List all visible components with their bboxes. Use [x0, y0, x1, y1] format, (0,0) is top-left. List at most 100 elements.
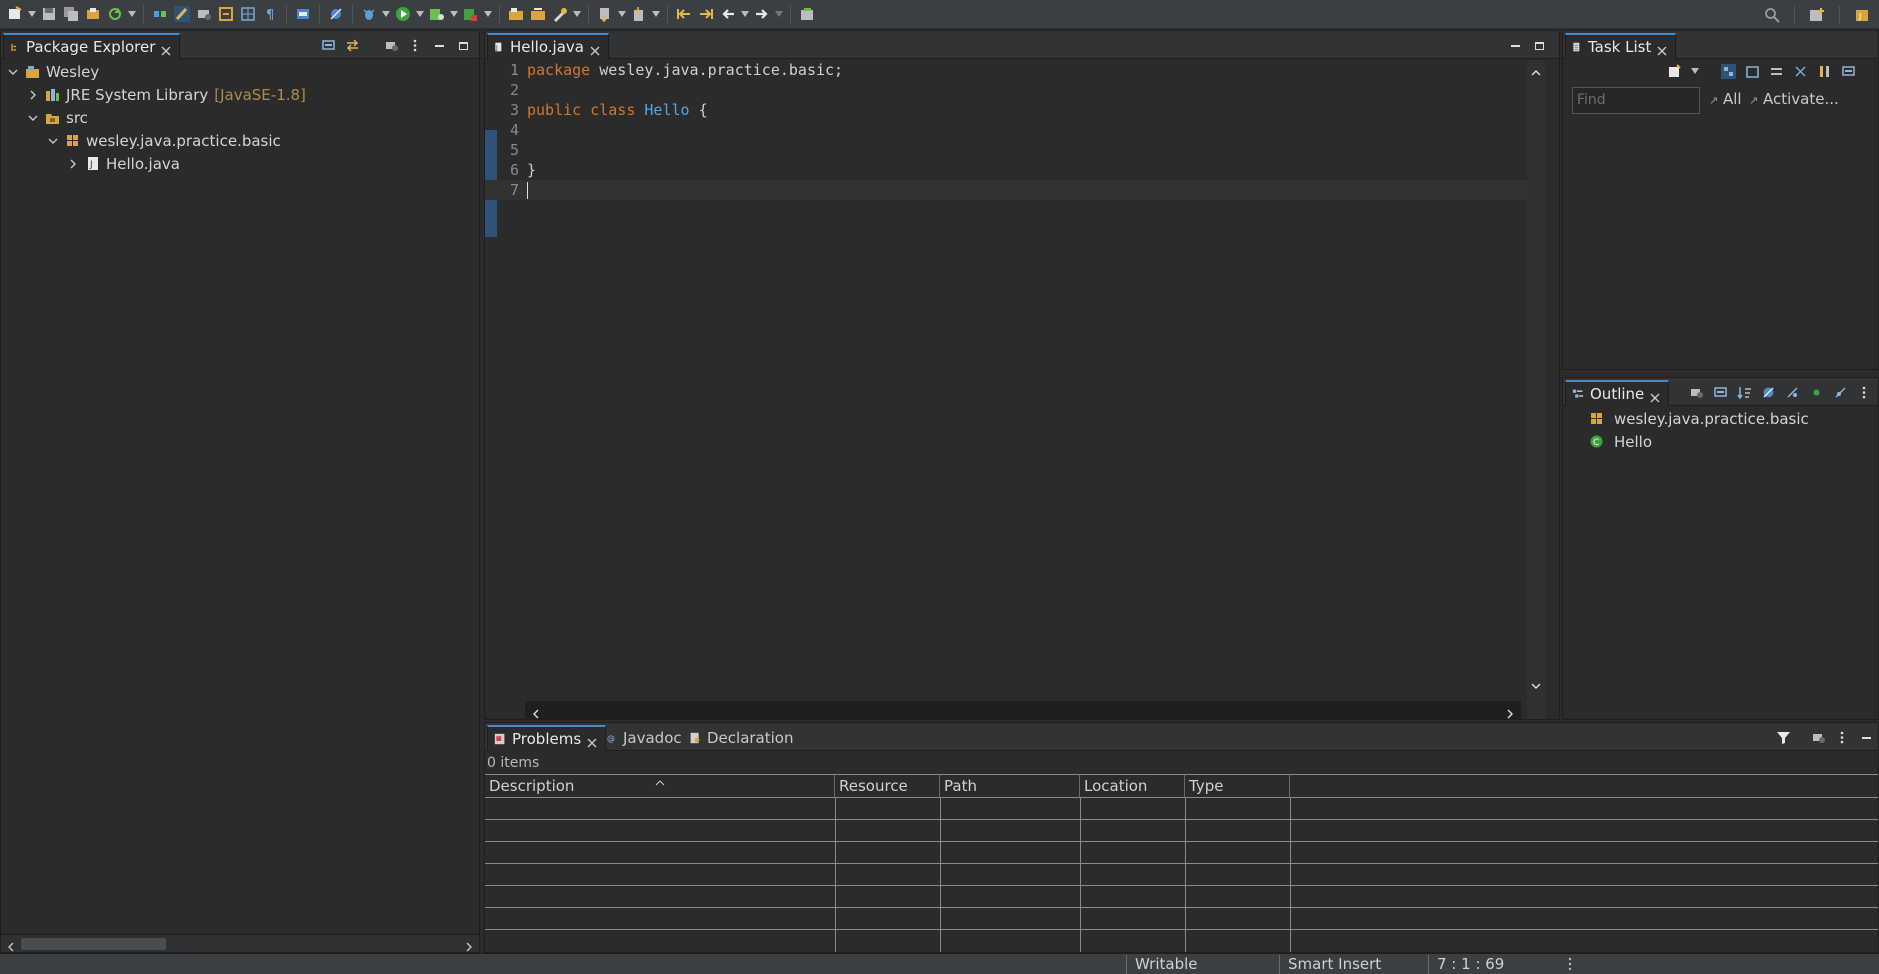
tab-javadoc[interactable]: @ Javadoc: [601, 725, 690, 751]
chevron-down-icon[interactable]: [7, 66, 19, 78]
hide-static-icon[interactable]: [1785, 385, 1800, 400]
column-header-location[interactable]: Location: [1080, 774, 1185, 798]
activate-link[interactable]: ↗ Activate...: [1749, 90, 1839, 108]
tree-item-java-file[interactable]: J Hello.java: [67, 152, 180, 175]
column-header-path[interactable]: Path: [940, 774, 1080, 798]
filter-icon[interactable]: [1776, 730, 1791, 745]
pin-editor-icon[interactable]: [798, 5, 816, 23]
close-icon[interactable]: [587, 734, 597, 748]
new-dropdown-icon[interactable]: [28, 5, 36, 23]
column-header-type[interactable]: Type: [1185, 774, 1290, 798]
tree-item-package[interactable]: wesley.java.practice.basic: [47, 129, 281, 152]
save-all-icon[interactable]: [62, 5, 80, 23]
status-insert-mode[interactable]: Smart Insert: [1279, 955, 1429, 974]
column-header-resource[interactable]: Resource: [835, 774, 940, 798]
forward-icon[interactable]: [753, 5, 771, 23]
block-selection-icon[interactable]: [239, 5, 257, 23]
new-task-icon[interactable]: [1667, 63, 1682, 79]
refresh-dropdown-icon[interactable]: [128, 5, 136, 23]
tab-declaration[interactable]: Declaration: [683, 725, 801, 751]
coverage-dropdown-icon[interactable]: [450, 5, 458, 23]
external-tools-icon[interactable]: [462, 5, 480, 23]
debug-dropdown-icon[interactable]: [382, 5, 390, 23]
chevron-right-icon[interactable]: [27, 89, 39, 101]
collapse-all-icon[interactable]: [321, 38, 336, 53]
minimize-icon[interactable]: [1508, 38, 1523, 53]
open-type-icon[interactable]: [84, 5, 102, 23]
hide-completed-icon[interactable]: [1793, 64, 1808, 79]
scroll-down-icon[interactable]: [1531, 677, 1541, 695]
new-task-dropdown-icon[interactable]: [1691, 68, 1699, 74]
tab-outline[interactable]: Outline: [1565, 380, 1670, 406]
tree-item-jre-library[interactable]: JRE System Library [JavaSE-1.8]: [27, 83, 306, 106]
back-icon[interactable]: [719, 5, 737, 23]
code-line[interactable]: 1 package wesley.java.practice.basic;: [485, 60, 1527, 80]
collapse-all-icon[interactable]: [1841, 64, 1856, 79]
run-icon[interactable]: [394, 5, 412, 23]
close-icon[interactable]: [1657, 42, 1667, 56]
scrollbar-thumb[interactable]: [21, 938, 166, 950]
chevron-right-icon[interactable]: [67, 158, 79, 170]
toggle-breadcrumb-icon[interactable]: [151, 5, 169, 23]
show-whitespace-icon[interactable]: [217, 5, 235, 23]
tab-package-explorer[interactable]: Package Explorer: [3, 33, 181, 59]
annotation-dropdown-icon[interactable]: [652, 5, 660, 23]
search-icon[interactable]: [1763, 6, 1781, 24]
close-icon[interactable]: [161, 42, 171, 56]
tab-hello-java[interactable]: J Hello.java: [487, 33, 609, 59]
view-menu-icon[interactable]: [1835, 730, 1850, 745]
focus-on-active-task-icon[interactable]: [384, 38, 399, 53]
maximize-icon[interactable]: [1532, 38, 1547, 53]
back-dropdown-icon[interactable]: [741, 5, 749, 23]
maximize-icon[interactable]: [456, 38, 471, 53]
mark-occurrences-icon[interactable]: [173, 5, 191, 23]
focus-on-active-task-icon[interactable]: [1811, 730, 1826, 745]
close-icon[interactable]: [1650, 389, 1660, 403]
scheduled-icon[interactable]: [1745, 64, 1760, 79]
view-menu-icon[interactable]: [408, 38, 423, 53]
code-line[interactable]: 7: [485, 180, 1527, 200]
scroll-right-icon[interactable]: [1505, 705, 1515, 723]
focus-icon[interactable]: [1817, 64, 1832, 79]
debug-icon[interactable]: [360, 5, 378, 23]
focus-on-active-task-icon[interactable]: [1689, 385, 1704, 400]
scroll-left-icon[interactable]: [531, 705, 541, 723]
open-type-hierarchy-icon[interactable]: [596, 5, 614, 23]
package-explorer-horizontal-scrollbar[interactable]: [1, 934, 479, 952]
code-line[interactable]: 2: [485, 80, 1527, 100]
code-editor[interactable]: 1 package wesley.java.practice.basic; 2 3 pu…: [485, 60, 1559, 719]
all-link[interactable]: ↗ All: [1709, 90, 1742, 108]
new-icon[interactable]: [6, 5, 24, 23]
new-class-dropdown-icon[interactable]: [573, 5, 581, 23]
open-task-icon[interactable]: [195, 5, 213, 23]
skip-breakpoints-icon[interactable]: [327, 5, 345, 23]
word-wrap-icon[interactable]: ¶: [261, 5, 279, 23]
editor-vertical-scrollbar[interactable]: [1527, 60, 1545, 719]
view-menu-icon[interactable]: [1857, 385, 1872, 400]
refresh-icon[interactable]: [106, 5, 124, 23]
outline-item-package[interactable]: wesley.java.practice.basic: [1589, 407, 1809, 430]
java-perspective-icon[interactable]: J: [1853, 6, 1871, 24]
chevron-down-icon[interactable]: [27, 112, 39, 124]
next-annotation-icon[interactable]: [630, 5, 648, 23]
close-icon[interactable]: [590, 42, 600, 56]
minimize-icon[interactable]: [432, 38, 447, 53]
minimize-icon[interactable]: [1859, 730, 1874, 745]
external-tools-dropdown-icon[interactable]: [484, 5, 492, 23]
column-header-description[interactable]: Description: [485, 774, 835, 798]
hide-fields-icon[interactable]: [1761, 385, 1776, 400]
scroll-up-icon[interactable]: [1531, 64, 1541, 82]
new-java-project-icon[interactable]: [507, 5, 525, 23]
last-edit-icon[interactable]: [697, 5, 715, 23]
tab-task-list[interactable]: Task List: [1565, 33, 1677, 59]
editor-horizontal-scrollbar[interactable]: [525, 701, 1521, 719]
categorized-icon[interactable]: [1721, 63, 1736, 79]
chevron-down-icon[interactable]: [47, 135, 59, 147]
hide-non-public-icon[interactable]: [1809, 385, 1824, 400]
tree-item-src[interactable]: src: [27, 106, 88, 129]
task-find-input[interactable]: Find: [1572, 87, 1700, 114]
code-line[interactable]: 4: [485, 120, 1527, 140]
status-menu-icon[interactable]: [1567, 956, 1573, 974]
previous-annotation-icon[interactable]: [675, 5, 693, 23]
outline-item-class[interactable]: C Hello: [1589, 430, 1652, 453]
